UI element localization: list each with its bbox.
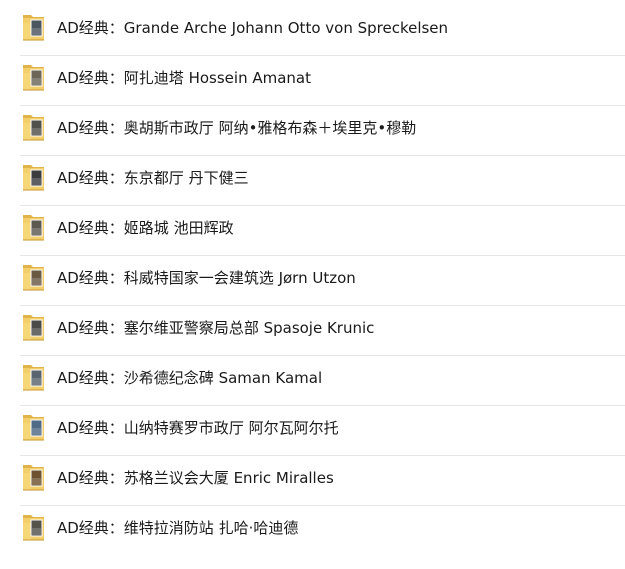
- folder-item[interactable]: AD经典：阿扎迪塔 Hossein Amanat: [0, 56, 625, 106]
- folder-name: AD经典：阿扎迪塔 Hossein Amanat: [57, 69, 311, 87]
- folder-name: AD经典：Grande Arche Johann Otto von Spreck…: [57, 19, 449, 37]
- folder-item[interactable]: AD经典：奥胡斯市政厅 阿纳•雅格布森＋埃里克•穆勒: [0, 106, 625, 156]
- folder-item[interactable]: AD经典：维特拉消防站 扎哈·哈迪德: [0, 506, 625, 556]
- folder-name: AD经典：苏格兰议会大厦 Enric Miralles: [57, 469, 334, 487]
- folder-item[interactable]: AD经典：姬路城 池田辉政: [0, 206, 625, 256]
- folder-name: AD经典：塞尔维亚警察局总部 Spasoje Krunic: [57, 319, 375, 337]
- folder-thumbnail-icon: [22, 12, 46, 42]
- folder-thumbnail-icon: [22, 512, 46, 542]
- folder-thumbnail-icon: [22, 262, 46, 292]
- folder-name: AD经典：科威特国家一会建筑选 Jørn Utzon: [57, 269, 356, 287]
- folder-name: AD经典：姬路城 池田辉政: [57, 219, 234, 237]
- folder-thumbnail-icon: [22, 112, 46, 142]
- folder-name: AD经典：山纳特赛罗市政厅 阿尔瓦阿尔托: [57, 419, 339, 437]
- folder-thumbnail-icon: [22, 62, 46, 92]
- folder-thumbnail-icon: [22, 462, 46, 492]
- folder-item[interactable]: AD经典：东京都厅 丹下健三: [0, 156, 625, 206]
- folder-item[interactable]: AD经典：沙希德纪念碑 Saman Kamal: [0, 356, 625, 406]
- folder-item[interactable]: AD经典：苏格兰议会大厦 Enric Miralles: [0, 456, 625, 506]
- folder-name: AD经典：东京都厅 丹下健三: [57, 169, 249, 187]
- folder-name: AD经典：奥胡斯市政厅 阿纳•雅格布森＋埃里克•穆勒: [57, 119, 417, 137]
- folder-thumbnail-icon: [22, 312, 46, 342]
- folder-thumbnail-icon: [22, 362, 46, 392]
- folder-thumbnail-icon: [22, 162, 46, 192]
- folder-item[interactable]: AD经典：塞尔维亚警察局总部 Spasoje Krunic: [0, 306, 625, 356]
- folder-item[interactable]: AD经典：科威特国家一会建筑选 Jørn Utzon: [0, 256, 625, 306]
- folder-name: AD经典：维特拉消防站 扎哈·哈迪德: [57, 519, 299, 537]
- folder-thumbnail-icon: [22, 412, 46, 442]
- folder-list: AD经典：Grande Arche Johann Otto von Spreck…: [0, 0, 625, 569]
- folder-name: AD经典：沙希德纪念碑 Saman Kamal: [57, 369, 323, 387]
- folder-item[interactable]: AD经典：山纳特赛罗市政厅 阿尔瓦阿尔托: [0, 406, 625, 456]
- folder-thumbnail-icon: [22, 212, 46, 242]
- folder-item[interactable]: AD经典：Grande Arche Johann Otto von Spreck…: [0, 6, 625, 56]
